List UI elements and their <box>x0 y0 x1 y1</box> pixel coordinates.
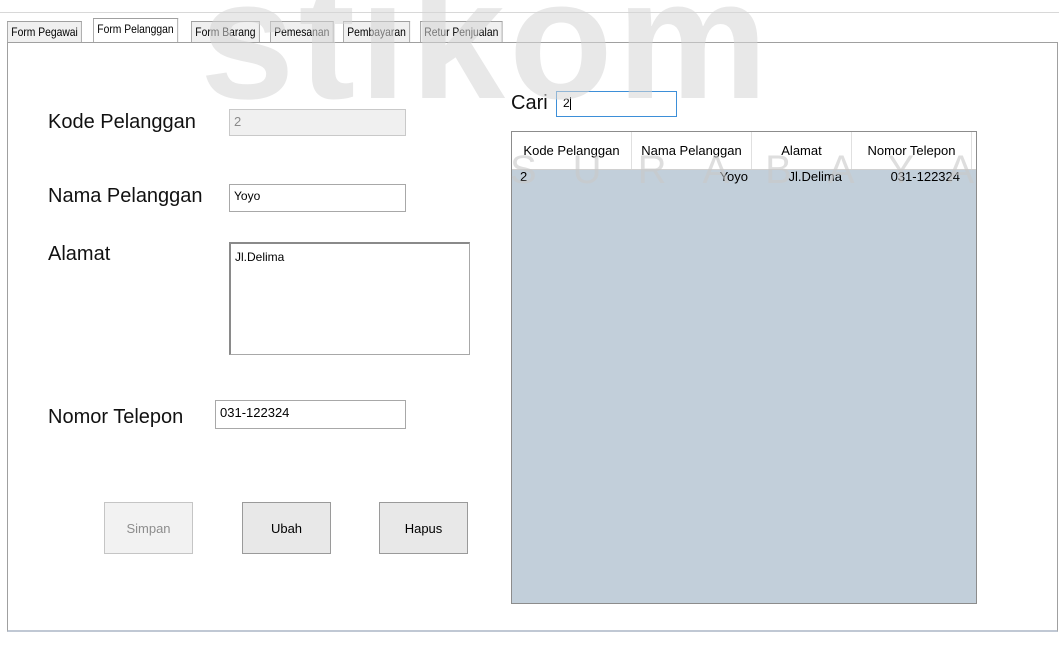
grid-col-nama-pelanggan[interactable]: Nama Pelanggan <box>632 132 752 169</box>
tab-form-pegawai[interactable]: Form Pegawai <box>7 21 83 42</box>
kode-pelanggan-field[interactable]: 2 <box>229 109 406 136</box>
hapus-button[interactable]: Hapus <box>379 502 468 554</box>
tab-form-pelanggan[interactable]: Form Pelanggan <box>93 18 179 42</box>
alamat-label: Alamat <box>48 243 111 265</box>
grid-col-nomor-telepon[interactable]: Nomor Telepon <box>852 132 972 169</box>
simpan-button[interactable]: Simpan <box>104 502 193 554</box>
window: Form Pegawai Form Pelanggan Form Barang … <box>0 0 1059 647</box>
nomor-telepon-field[interactable]: 031-122324 <box>215 400 406 429</box>
kode-pelanggan-label: Kode Pelanggan <box>48 111 196 133</box>
text-caret <box>569 97 571 111</box>
grid-cell-telepon: 031-122324 <box>890 169 960 184</box>
nama-pelanggan-label: Nama Pelanggan <box>48 185 203 207</box>
tab-pembayaran[interactable]: Pembayaran <box>343 21 411 42</box>
pelanggan-grid[interactable]: Kode Pelanggan Nama Pelanggan Alamat Nom… <box>511 131 977 604</box>
tab-strip: Form Pegawai Form Pelanggan Form Barang … <box>7 18 515 42</box>
table-row[interactable]: 2 Yoyo Jl.Delima 031-122324 <box>512 170 976 184</box>
nama-pelanggan-field[interactable]: Yoyo <box>229 184 406 212</box>
alamat-field[interactable]: Jl.Delima <box>229 242 470 355</box>
window-top-border <box>0 12 1059 13</box>
cari-label: Cari <box>511 92 548 114</box>
cari-input[interactable]: 2 <box>556 91 677 117</box>
grid-cell-nama: Yoyo <box>719 169 748 184</box>
tab-pemesanan[interactable]: Pemesanan <box>270 21 334 42</box>
grid-cell-alamat: Jl.Delima <box>788 169 842 184</box>
ubah-button[interactable]: Ubah <box>242 502 331 554</box>
nomor-telepon-label: Nomor Telepon <box>48 406 184 428</box>
cari-input-value: 2 <box>563 96 570 110</box>
tab-retur-penjualan[interactable]: Retur Penjualan <box>420 21 503 42</box>
grid-col-kode-pelanggan[interactable]: Kode Pelanggan <box>512 132 632 169</box>
grid-header: Kode Pelanggan Nama Pelanggan Alamat Nom… <box>512 132 976 170</box>
tab-form-barang[interactable]: Form Barang <box>191 21 260 42</box>
grid-cell-kode: 2 <box>520 169 528 184</box>
grid-col-alamat[interactable]: Alamat <box>752 132 852 169</box>
